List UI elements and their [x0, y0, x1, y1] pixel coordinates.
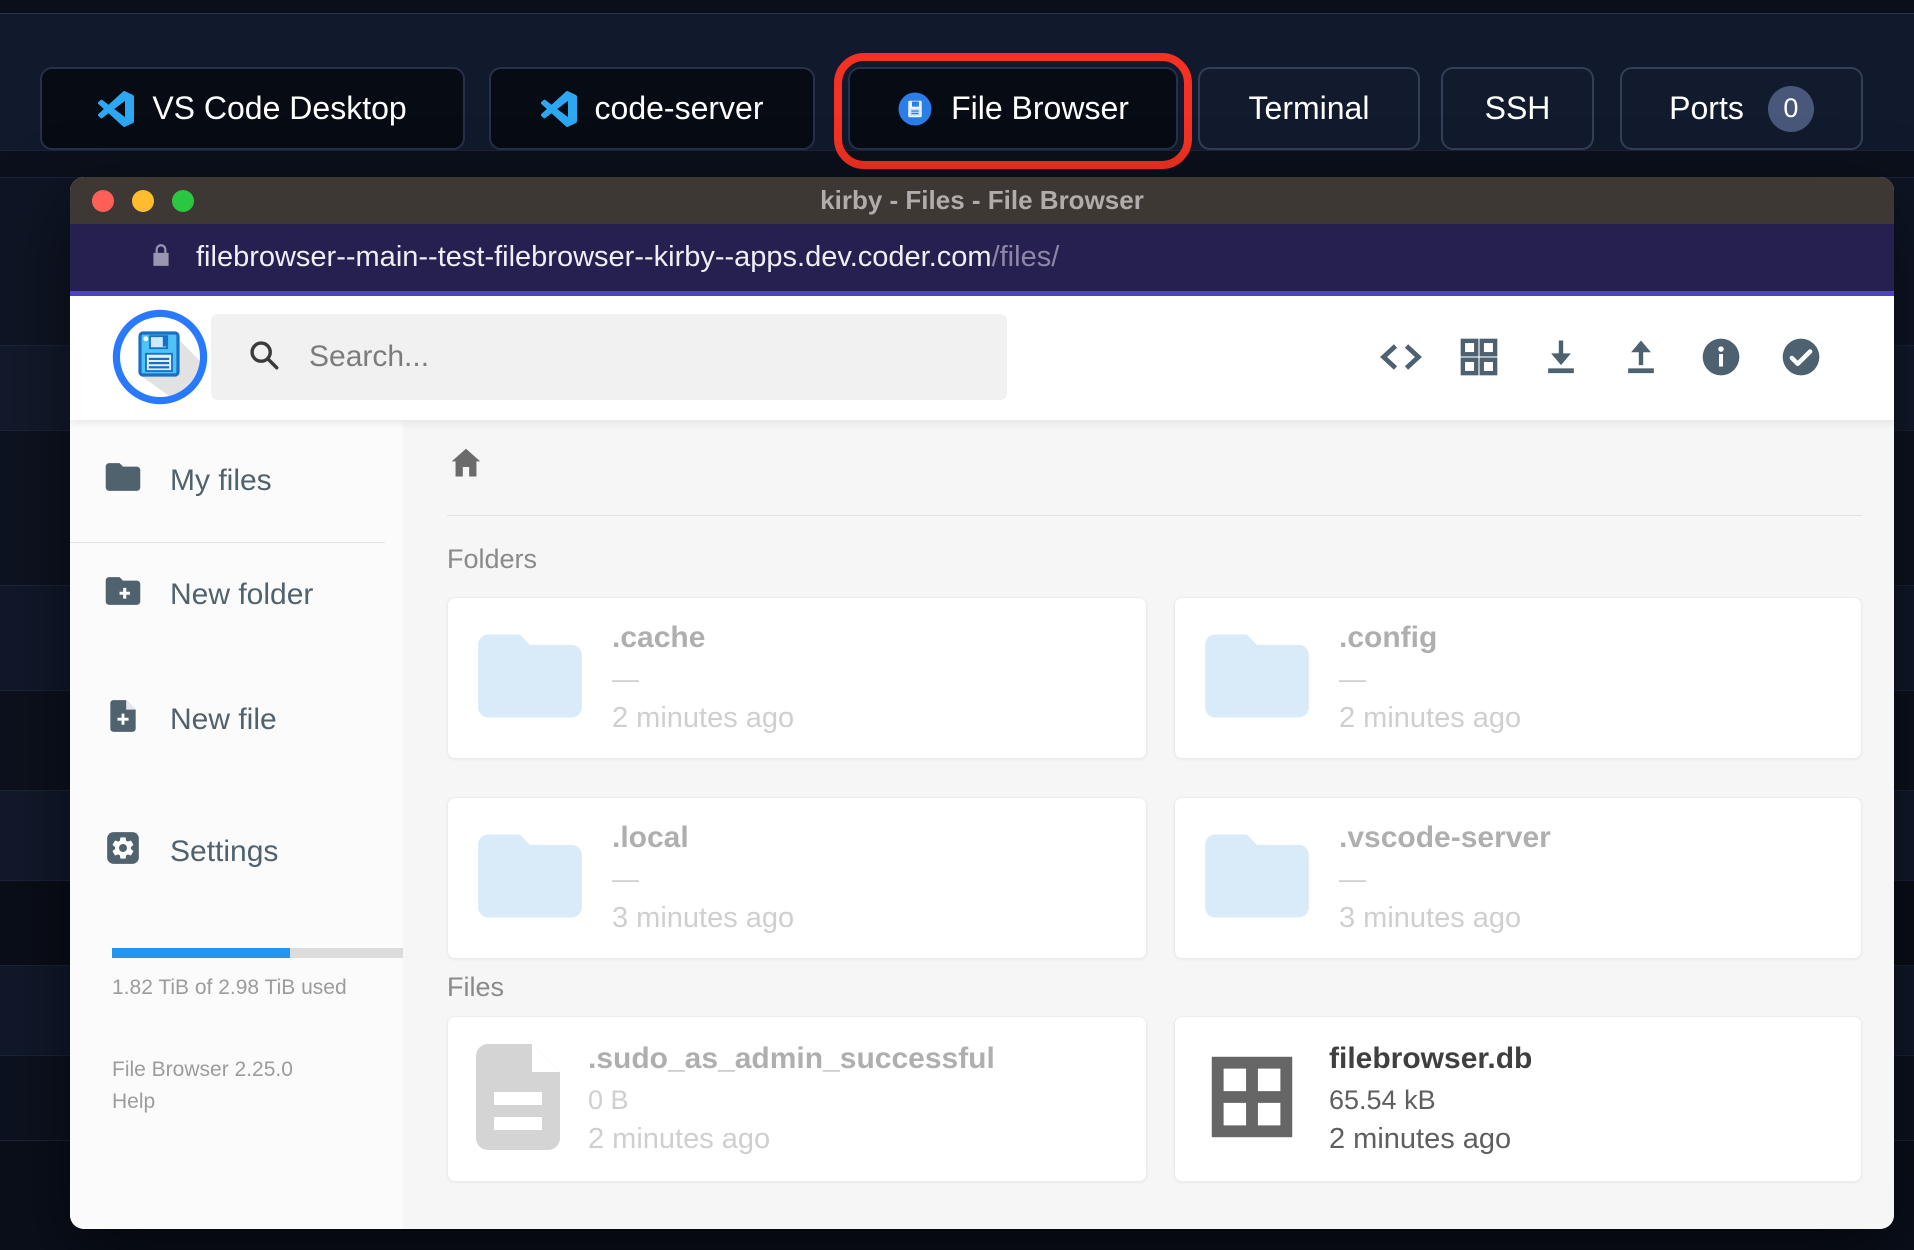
item-size: — — [1339, 664, 1366, 694]
code-view-icon[interactable] — [1379, 335, 1423, 379]
sidebar-item-label: New folder — [170, 578, 314, 611]
storage-progress-bar — [112, 948, 403, 958]
item-size: — — [1339, 864, 1366, 894]
file-plus-icon — [104, 697, 142, 743]
folder-icon — [476, 631, 584, 726]
sidebar-item-label: New file — [170, 703, 277, 736]
app-version-label: File Browser 2.25.0 — [112, 1058, 293, 1081]
folder-card-cache[interactable]: .cache — 2 minutes ago — [447, 597, 1147, 759]
gear-icon — [104, 829, 142, 875]
item-modified: 2 minutes ago — [588, 1123, 771, 1155]
folder-card-local[interactable]: .local — 3 minutes ago — [447, 797, 1147, 959]
item-name: .vscode-server — [1339, 821, 1551, 854]
sidebar-divider — [70, 542, 385, 543]
item-name: filebrowser.db — [1329, 1042, 1533, 1075]
item-modified: 3 minutes ago — [612, 902, 795, 934]
item-size: — — [612, 664, 639, 694]
tab-label: File Browser — [951, 90, 1129, 126]
grid-view-icon[interactable] — [1457, 335, 1501, 379]
file-browser-window: kirby - Files - File Browser filebrowser… — [70, 177, 1894, 1229]
storage-usage-label: 1.82 TiB of 2.98 TiB used — [112, 976, 347, 999]
help-link[interactable]: Help — [112, 1090, 155, 1114]
item-name: .cache — [612, 621, 706, 654]
ports-count-badge: 0 — [1767, 85, 1814, 132]
info-icon[interactable] — [1699, 335, 1743, 379]
search-input[interactable] — [307, 339, 987, 375]
sidebar-item-my-files[interactable]: My files — [70, 457, 403, 505]
zoom-window-button[interactable] — [172, 190, 194, 212]
home-breadcrumb-icon[interactable] — [447, 444, 485, 482]
top-strip — [0, 0, 1914, 14]
sidebar-item-new-file[interactable]: New file — [70, 696, 403, 744]
tab-label: SSH — [1484, 90, 1551, 126]
select-all-icon[interactable] — [1779, 335, 1823, 379]
app-tab-bar: VS Code Desktop code-server File Browser… — [0, 0, 1914, 169]
item-size: — — [612, 864, 639, 894]
item-modified: 3 minutes ago — [1339, 902, 1522, 934]
document-icon — [476, 1043, 560, 1155]
section-heading-files: Files — [447, 972, 505, 1002]
tab-vscode-desktop[interactable]: VS Code Desktop — [40, 67, 465, 150]
folder-card-vscode-server[interactable]: .vscode-server — 3 minutes ago — [1174, 797, 1862, 959]
item-modified: 2 minutes ago — [612, 702, 795, 734]
tab-ports[interactable]: Ports 0 — [1620, 67, 1863, 150]
tab-code-server[interactable]: code-server — [489, 67, 815, 150]
item-name: .config — [1339, 621, 1438, 654]
storage-progress-fill — [112, 948, 290, 958]
file-card-filebrowser-db[interactable]: filebrowser.db 65.54 kB 2 minutes ago — [1174, 1016, 1862, 1182]
vscode-icon — [98, 90, 135, 127]
tab-ssh[interactable]: SSH — [1441, 67, 1594, 150]
download-icon[interactable] — [1539, 335, 1583, 379]
folder-icon — [1203, 831, 1311, 926]
breadcrumb-divider — [447, 515, 1862, 516]
database-file-icon — [1203, 1048, 1301, 1151]
app-body: My files New folder New file Settings 1.… — [70, 420, 1894, 1229]
sidebar-item-label: My files — [170, 464, 272, 497]
search-bar[interactable] — [211, 314, 1007, 400]
folder-icon — [476, 831, 584, 926]
app-header — [70, 296, 1894, 420]
item-modified: 2 minutes ago — [1329, 1123, 1512, 1155]
folder-plus-icon — [104, 574, 142, 616]
sidebar-item-settings[interactable]: Settings — [70, 828, 403, 876]
file-listing: Folders .cache — 2 minutes ago .config —… — [403, 420, 1894, 1229]
tab-label: code-server — [594, 90, 764, 126]
lock-icon — [148, 240, 174, 275]
url-text: filebrowser--main--test-filebrowser--kir… — [196, 241, 1060, 273]
desktop: VS Code Desktop code-server File Browser… — [0, 0, 1914, 1250]
search-icon — [247, 338, 281, 377]
sidebar-item-label: Settings — [170, 835, 279, 868]
tab-label: Terminal — [1248, 90, 1370, 126]
folder-icon — [1203, 631, 1311, 726]
filebrowser-icon — [897, 91, 933, 127]
minimize-window-button[interactable] — [132, 190, 154, 212]
item-name: .local — [612, 821, 689, 854]
tab-terminal[interactable]: Terminal — [1198, 67, 1420, 150]
sidebar-item-new-folder[interactable]: New folder — [70, 571, 403, 619]
folder-icon — [104, 460, 142, 502]
tab-label: VS Code Desktop — [152, 90, 407, 126]
item-size: 65.54 kB — [1329, 1085, 1436, 1115]
item-name: .sudo_as_admin_successful — [588, 1042, 995, 1075]
section-heading-folders: Folders — [447, 544, 538, 574]
folder-card-config[interactable]: .config — 2 minutes ago — [1174, 597, 1862, 759]
item-size: 0 B — [588, 1085, 629, 1115]
window-title: kirby - Files - File Browser — [820, 185, 1144, 215]
tab-label: Ports — [1669, 90, 1744, 126]
item-modified: 2 minutes ago — [1339, 702, 1522, 734]
url-path: /files/ — [991, 241, 1060, 273]
upload-icon[interactable] — [1619, 335, 1663, 379]
close-window-button[interactable] — [92, 190, 114, 212]
tab-file-browser[interactable]: File Browser — [848, 67, 1178, 150]
filebrowser-logo[interactable] — [112, 309, 208, 405]
sidebar: My files New folder New file Settings 1.… — [70, 420, 403, 1229]
file-card-sudo-as-admin-successful[interactable]: .sudo_as_admin_successful 0 B 2 minutes … — [447, 1016, 1147, 1182]
vscode-icon — [540, 90, 577, 127]
window-titlebar[interactable]: kirby - Files - File Browser — [70, 177, 1894, 224]
address-bar[interactable]: filebrowser--main--test-filebrowser--kir… — [70, 224, 1894, 296]
